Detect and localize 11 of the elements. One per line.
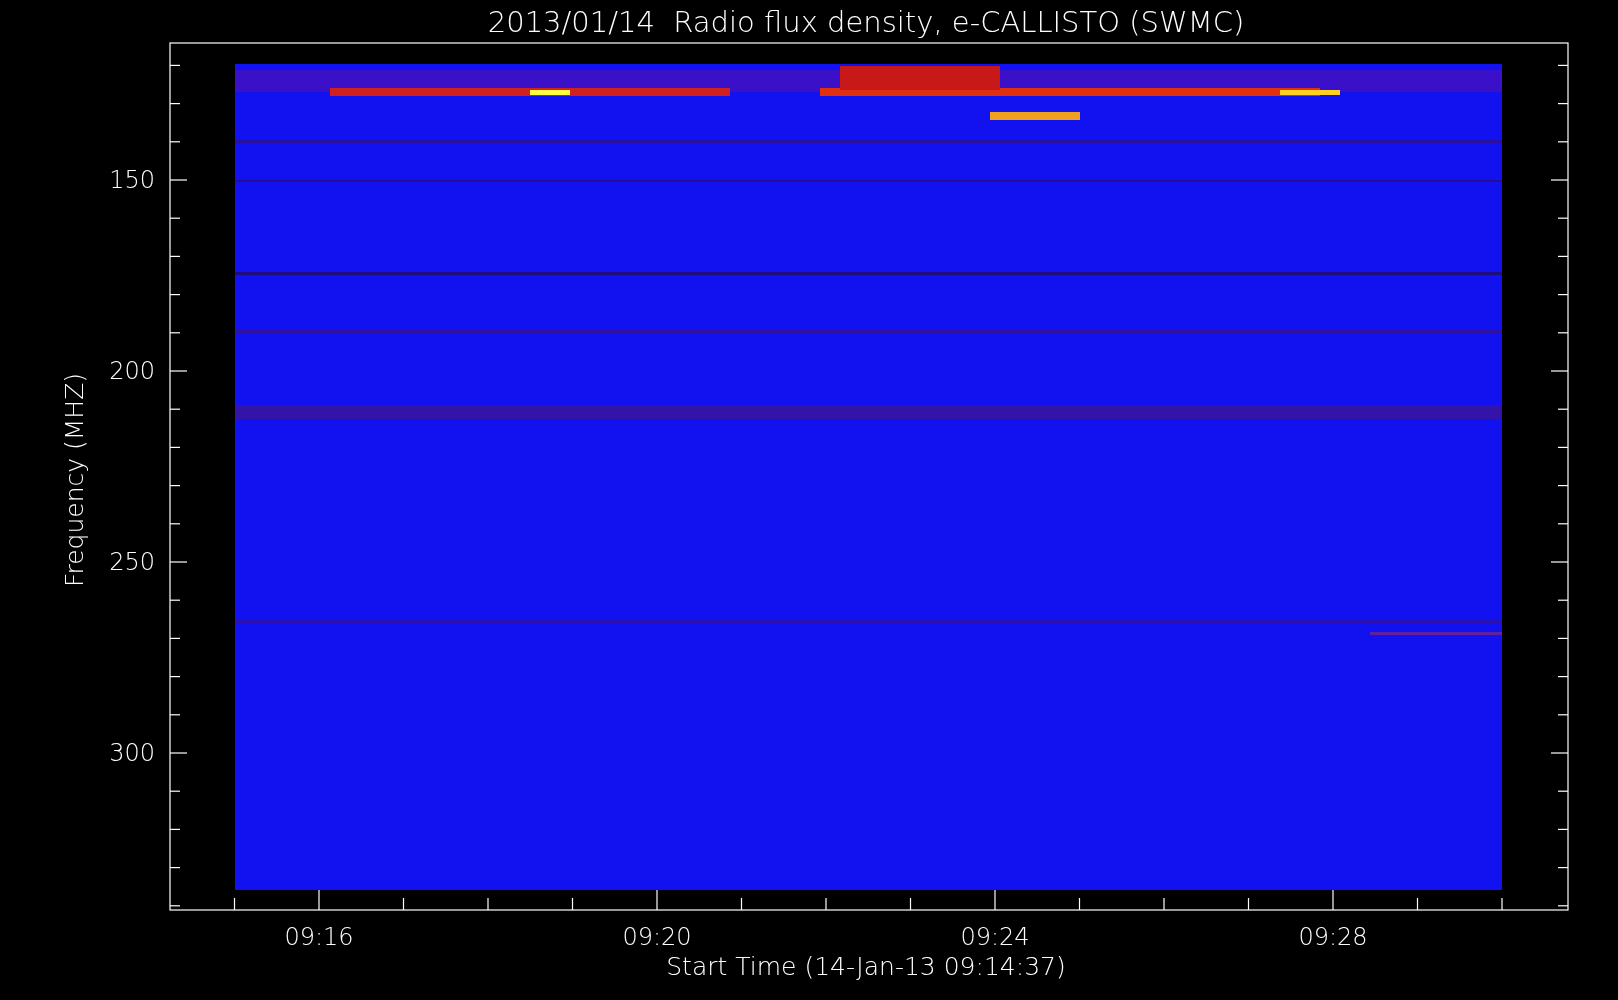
y-tick-label: 300	[109, 739, 155, 767]
y-tick-label: 200	[109, 357, 155, 385]
x-axis-label: Start Time (14-Jan-13 09:14:37)	[666, 952, 1066, 981]
y-tick-label: 150	[109, 166, 155, 194]
x-tick-label: 09:20	[622, 923, 692, 951]
x-tick-label: 09:16	[284, 923, 354, 951]
chart-title: 2013/01/14 Radio flux density, e-CALLISTO (SWMC)	[487, 5, 1245, 39]
y-tick-label: 250	[109, 548, 155, 576]
x-tick-label: 09:24	[960, 923, 1030, 951]
x-tick-label: 09:28	[1298, 923, 1368, 951]
y-axis-label: Frequency (MHZ)	[60, 372, 89, 588]
